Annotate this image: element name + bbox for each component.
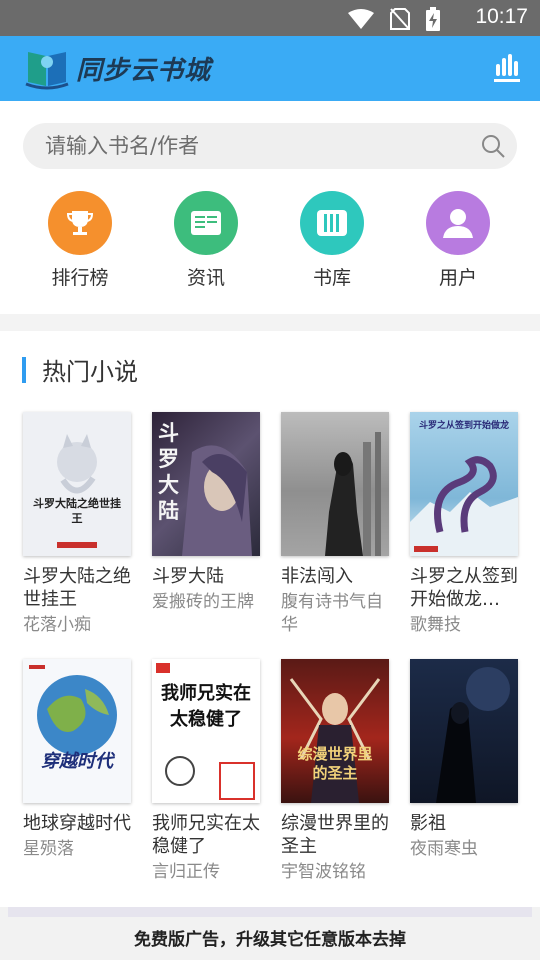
book-card[interactable]: 斗罗大陆之绝世挂王 斗罗大陆之绝世挂王 花落小痴: [23, 412, 141, 637]
nav-ranking-label: 排行榜: [51, 267, 109, 289]
nav-news-label: 资讯: [186, 267, 225, 289]
search-input[interactable]: [45, 123, 465, 169]
section-header: 热门小说: [22, 352, 138, 387]
book-author: 言归正传: [152, 862, 220, 882]
ad-text: 免费版广告，升级其它任意版本去掉: [134, 930, 406, 950]
book-cover[interactable]: [281, 412, 389, 556]
app-bar: 同步云书城: [0, 36, 540, 101]
status-time: 10:17: [475, 5, 528, 28]
book-cover-title: 综漫世界里的圣主: [297, 745, 373, 782]
book-cover-title: 我师兄实在太稳健了: [161, 683, 251, 730]
book-author: 宇智波铭铭: [281, 862, 366, 882]
nav-library[interactable]: 书库: [269, 191, 395, 290]
nav-library-label: 书库: [312, 267, 351, 289]
battery-charging-icon: [426, 7, 440, 31]
book-card[interactable]: 我师兄实在太稳健了 我师兄实在太稳健了 言归正传: [152, 659, 270, 884]
search-icon[interactable]: [481, 134, 505, 158]
book-author: 星殒落: [23, 839, 74, 859]
quick-nav: 排行榜 资讯 书库 用户: [0, 191, 540, 290]
app-logo: 同步云书城: [24, 46, 211, 90]
hooded-figure-illustration: [325, 432, 381, 556]
nav-library-circle[interactable]: [300, 191, 364, 255]
book-author: 爱搬砖的王牌: [152, 592, 254, 612]
nav-ranking-circle[interactable]: [48, 191, 112, 255]
book-cover-title: 斗罗大陆之绝世挂王: [33, 497, 121, 525]
search-bar[interactable]: [23, 123, 517, 169]
status-icons: [348, 7, 440, 31]
nav-news-circle[interactable]: [174, 191, 238, 255]
user-icon: [443, 209, 473, 238]
book-title: 地球穿越时代: [23, 813, 131, 834]
nav-user-label: 用户: [438, 267, 477, 289]
nav-news[interactable]: 资讯: [143, 191, 269, 290]
book-card[interactable]: 综漫世界里的圣主 综漫世界里的圣主 宇智波铭铭: [281, 659, 399, 884]
book-cover[interactable]: 斗罗大陆: [152, 412, 260, 556]
app-logo-text: 同步云书城: [76, 55, 212, 86]
book-title: 我师兄实在太稳健了: [152, 813, 260, 857]
no-sim-icon: [390, 8, 410, 30]
nav-ranking[interactable]: 排行榜: [17, 191, 143, 290]
section-title: 热门小说: [42, 358, 138, 386]
book-card[interactable]: 斗罗之从签到开始做龙 斗罗之从签到开始做龙… 歌舞技: [410, 412, 528, 637]
book-title: 影祖: [410, 813, 446, 834]
status-bar: 10:17: [0, 0, 540, 36]
ad-banner[interactable]: 免费版广告，升级其它任意版本去掉: [0, 907, 540, 960]
cat-illustration: [57, 434, 97, 548]
book-cover[interactable]: 我师兄实在太稳健了: [152, 659, 260, 803]
section-divider: [0, 314, 540, 331]
book-cover-title: 穿越时代: [41, 751, 113, 772]
news-icon: [191, 211, 221, 235]
book-title: 斗罗大陆之绝世挂王: [23, 566, 131, 610]
book-card[interactable]: 穿越时代 地球穿越时代 星殒落: [23, 659, 141, 861]
trophy-icon: [66, 211, 94, 235]
nav-user[interactable]: 用户: [395, 191, 521, 290]
book-title: 非法闯入: [281, 566, 353, 587]
book-author: 歌舞技: [410, 615, 461, 635]
search-nav-panel: 排行榜 资讯 书库 用户: [0, 101, 540, 314]
nav-user-circle[interactable]: [426, 191, 490, 255]
book-title: 斗罗之从签到开始做龙…: [410, 566, 518, 610]
book-card[interactable]: 影祖 夜雨寒虫: [410, 659, 528, 861]
book-cover[interactable]: 穿越时代: [23, 659, 131, 803]
book-cover-title: 斗罗之从签到开始做龙: [418, 421, 509, 431]
book-author: 腹有诗书气自华: [281, 592, 383, 635]
shadow-figure-illustration: [436, 667, 510, 803]
book-author: 夜雨寒虫: [410, 839, 478, 859]
book-title: 综漫世界里的圣主: [281, 813, 389, 857]
book-cover[interactable]: [410, 659, 518, 803]
section-accent-bar: [22, 356, 26, 383]
book-cover[interactable]: 综漫世界里的圣主: [281, 659, 389, 803]
ad-strip: [8, 907, 532, 917]
library-icon: [317, 210, 347, 236]
book-title: 斗罗大陆: [152, 566, 224, 587]
book-cover[interactable]: 斗罗大陆之绝世挂王: [23, 412, 131, 556]
book-author: 花落小痴: [23, 615, 91, 635]
book-card[interactable]: 非法闯入 腹有诗书气自华: [281, 412, 399, 637]
globe-illustration: [29, 665, 117, 755]
book-card[interactable]: 斗罗大陆 斗罗大陆 爱搬砖的王牌: [152, 412, 270, 614]
chart-icon[interactable]: [494, 54, 520, 82]
wifi-icon: [348, 9, 374, 29]
book-cover[interactable]: 斗罗之从签到开始做龙: [410, 412, 518, 556]
book-logo-icon: [25, 52, 69, 90]
dragon-illustration: [410, 456, 518, 556]
book-cover-title: 斗罗大陆: [158, 420, 179, 523]
